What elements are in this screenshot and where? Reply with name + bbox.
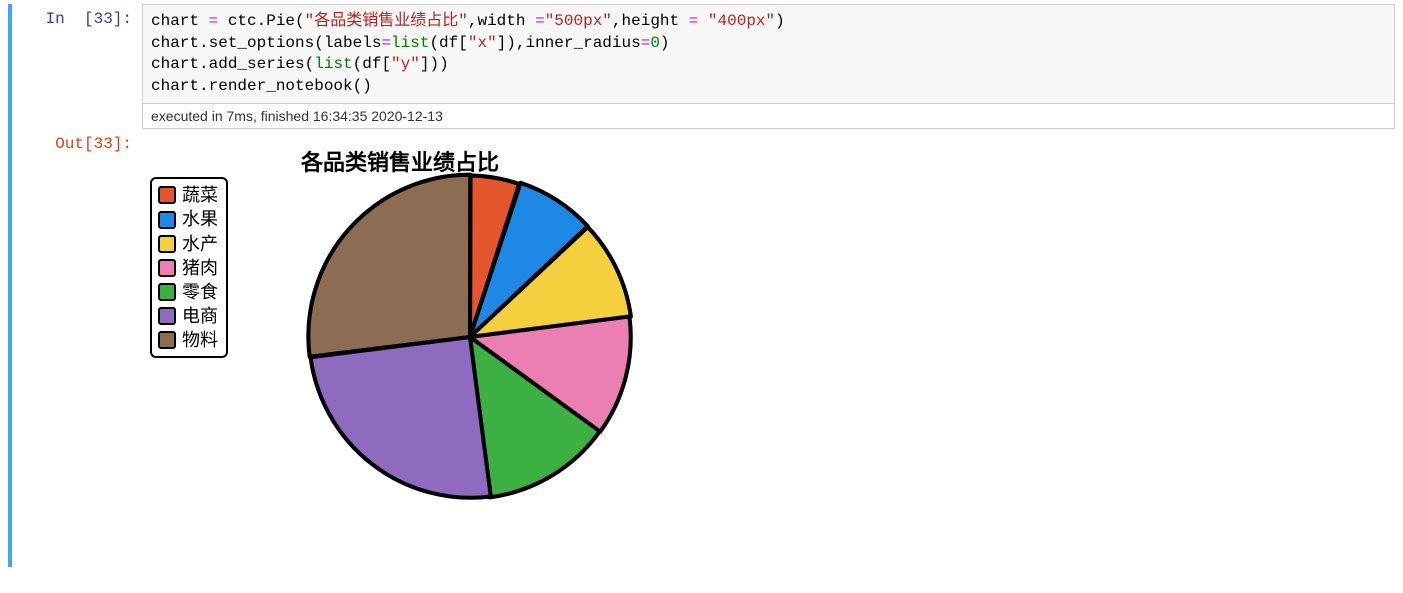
output-row: Out[33]: 各品类销售业绩占比 蔬菜水果水产猪肉零食电商物料	[12, 129, 1395, 567]
pie-slice[interactable]	[311, 337, 491, 498]
legend-item[interactable]: 水产	[158, 232, 218, 256]
legend-label: 水产	[182, 232, 218, 256]
legend-swatch	[158, 259, 176, 277]
exec-status-spacer	[12, 104, 142, 110]
legend-item[interactable]: 猪肉	[158, 256, 218, 280]
out-prompt: Out[33]:	[12, 129, 142, 153]
in-prompt: In [33]:	[12, 4, 142, 28]
code-input[interactable]: chart = ctc.Pie("各品类销售业绩占比",width ="500p…	[142, 4, 1395, 104]
legend-swatch	[158, 211, 176, 229]
notebook-cell: In [33]: chart = ctc.Pie("各品类销售业绩占比",wid…	[8, 4, 1395, 567]
legend-label: 零食	[182, 280, 218, 304]
pie-svg	[300, 167, 640, 507]
pie-chart: 各品类销售业绩占比 蔬菜水果水产猪肉零食电商物料	[150, 137, 650, 537]
chart-legend: 蔬菜水果水产猪肉零食电商物料	[150, 177, 228, 358]
legend-swatch	[158, 307, 176, 325]
legend-item[interactable]: 零食	[158, 280, 218, 304]
legend-item[interactable]: 电商	[158, 304, 218, 328]
legend-label: 蔬菜	[182, 183, 218, 207]
legend-label: 电商	[182, 304, 218, 328]
legend-swatch	[158, 186, 176, 204]
legend-label: 猪肉	[182, 256, 218, 280]
output-area: 各品类销售业绩占比 蔬菜水果水产猪肉零食电商物料	[142, 129, 1395, 567]
exec-status: executed in 7ms, finished 16:34:35 2020-…	[142, 104, 1395, 129]
legend-item[interactable]: 蔬菜	[158, 183, 218, 207]
legend-item[interactable]: 物料	[158, 328, 218, 352]
legend-swatch	[158, 235, 176, 253]
pie-slice[interactable]	[308, 175, 470, 357]
legend-label: 物料	[182, 328, 218, 352]
legend-label: 水果	[182, 207, 218, 231]
input-row: In [33]: chart = ctc.Pie("各品类销售业绩占比",wid…	[12, 4, 1395, 104]
legend-swatch	[158, 283, 176, 301]
legend-swatch	[158, 331, 176, 349]
legend-item[interactable]: 水果	[158, 207, 218, 231]
exec-status-row: executed in 7ms, finished 16:34:35 2020-…	[12, 104, 1395, 129]
